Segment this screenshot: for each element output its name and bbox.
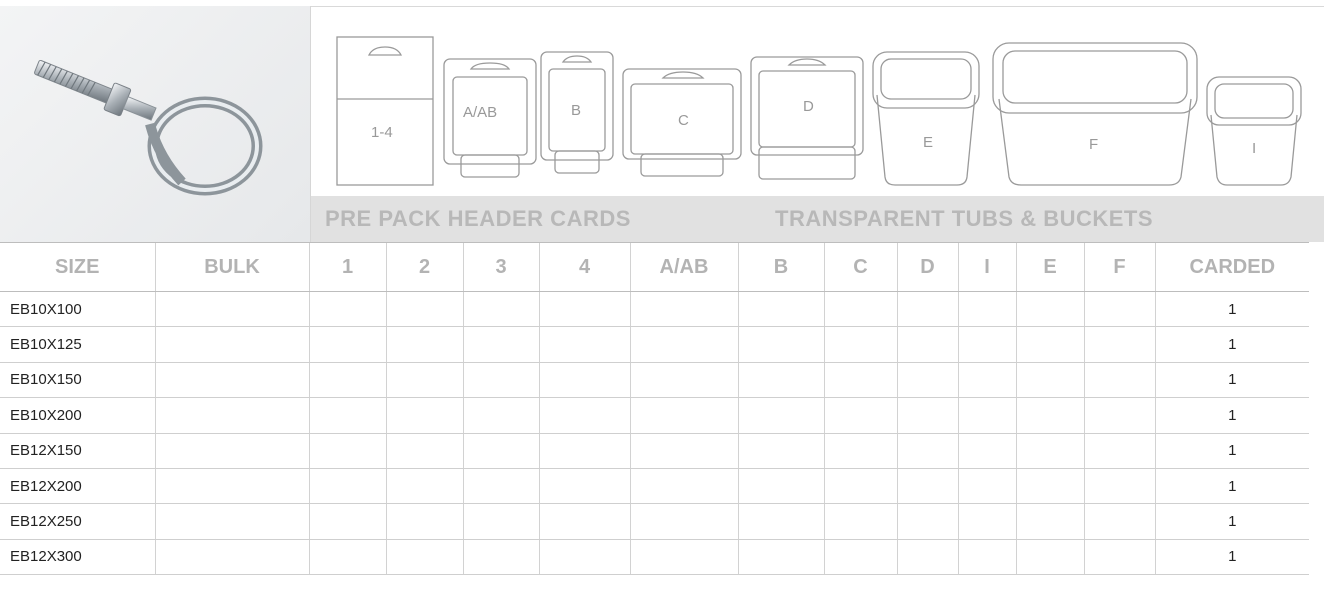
product-sheet: 1-4 A/AB B C D E F I PRE PACK HEADER CAR… — [0, 0, 1324, 614]
column-header-size: SIZE — [0, 242, 155, 292]
product-photo — [0, 6, 311, 242]
carded-cell: 1 — [1154, 539, 1309, 576]
column-header-2: 2 — [385, 242, 463, 292]
tub-e-icon: E — [872, 51, 980, 186]
header-card-a-ab-icon: A/AB — [443, 58, 537, 178]
packaging-icons: 1-4 A/AB B C D E F I — [311, 6, 1324, 197]
size-cell: EB10X200 — [0, 397, 155, 434]
size-cell: EB10X150 — [0, 362, 155, 399]
column-header-bulk: BULK — [154, 242, 309, 292]
column-header-1: 1 — [308, 242, 386, 292]
column-header-i: I — [957, 242, 1016, 292]
pre-pack-heading: PRE PACK HEADER CARDS — [325, 206, 631, 231]
column-header-d: D — [896, 242, 958, 292]
tubs-heading: TRANSPARENT TUBS & BUCKETS — [775, 206, 1154, 231]
size-cell: EB12X200 — [0, 468, 155, 505]
carded-cell: 1 — [1154, 291, 1309, 328]
pack-label: A/AB — [463, 104, 497, 121]
pack-label: D — [803, 98, 814, 115]
pack-label: 1-4 — [371, 124, 393, 141]
tub-f-icon: F — [992, 42, 1198, 186]
column-header-3: 3 — [462, 242, 539, 292]
carded-cell: 1 — [1154, 326, 1309, 363]
carded-cell: 1 — [1154, 468, 1309, 505]
table-row: EB10X125 1 — [0, 326, 1309, 363]
table-header-row: SIZE BULK 1 2 3 4 A/AB B C D I E F CARDE… — [0, 242, 1309, 292]
column-header-b: B — [737, 242, 824, 292]
size-cell: EB10X100 — [0, 291, 155, 328]
column-header-carded: CARDED — [1154, 242, 1309, 292]
pack-label: C — [678, 112, 689, 129]
size-cell: EB12X150 — [0, 433, 155, 469]
carded-cell: 1 — [1154, 397, 1309, 434]
column-header-f: F — [1083, 242, 1155, 292]
column-header-e: E — [1015, 242, 1084, 292]
header-card-1-4-icon: 1-4 — [336, 36, 434, 186]
pack-label: F — [1089, 136, 1098, 153]
carded-cell: 1 — [1154, 362, 1309, 399]
tub-i-icon: I — [1206, 76, 1302, 186]
column-header-c: C — [823, 242, 897, 292]
pack-label: I — [1252, 140, 1256, 157]
header-card-c-icon: C — [622, 68, 742, 177]
eye-bolt-image — [34, 59, 263, 196]
carded-cell: 1 — [1154, 503, 1309, 540]
table-row: EB10X100 1 — [0, 291, 1309, 328]
column-header-a-ab: A/AB — [629, 242, 738, 292]
table-row: EB10X150 1 — [0, 362, 1309, 399]
pack-label: B — [571, 102, 581, 119]
carded-cell: 1 — [1154, 433, 1309, 469]
size-cell: EB12X250 — [0, 503, 155, 540]
header-card-d-icon: D — [750, 56, 864, 180]
pack-label: E — [923, 134, 933, 151]
table-row: EB12X200 1 — [0, 468, 1309, 505]
size-cell: EB12X300 — [0, 539, 155, 576]
table-row: EB12X250 1 — [0, 503, 1309, 540]
table-row: EB10X200 1 — [0, 397, 1309, 434]
size-table: SIZE BULK 1 2 3 4 A/AB B C D I E F CARDE… — [0, 242, 1309, 576]
category-band: PRE PACK HEADER CARDS TRANSPARENT TUBS &… — [311, 196, 1324, 242]
column-header-4: 4 — [538, 242, 630, 292]
table-row: EB12X150 1 — [0, 433, 1309, 469]
table-row: EB12X300 1 — [0, 539, 1309, 576]
header-card-b-icon: B — [540, 51, 614, 174]
size-cell: EB10X125 — [0, 326, 155, 363]
